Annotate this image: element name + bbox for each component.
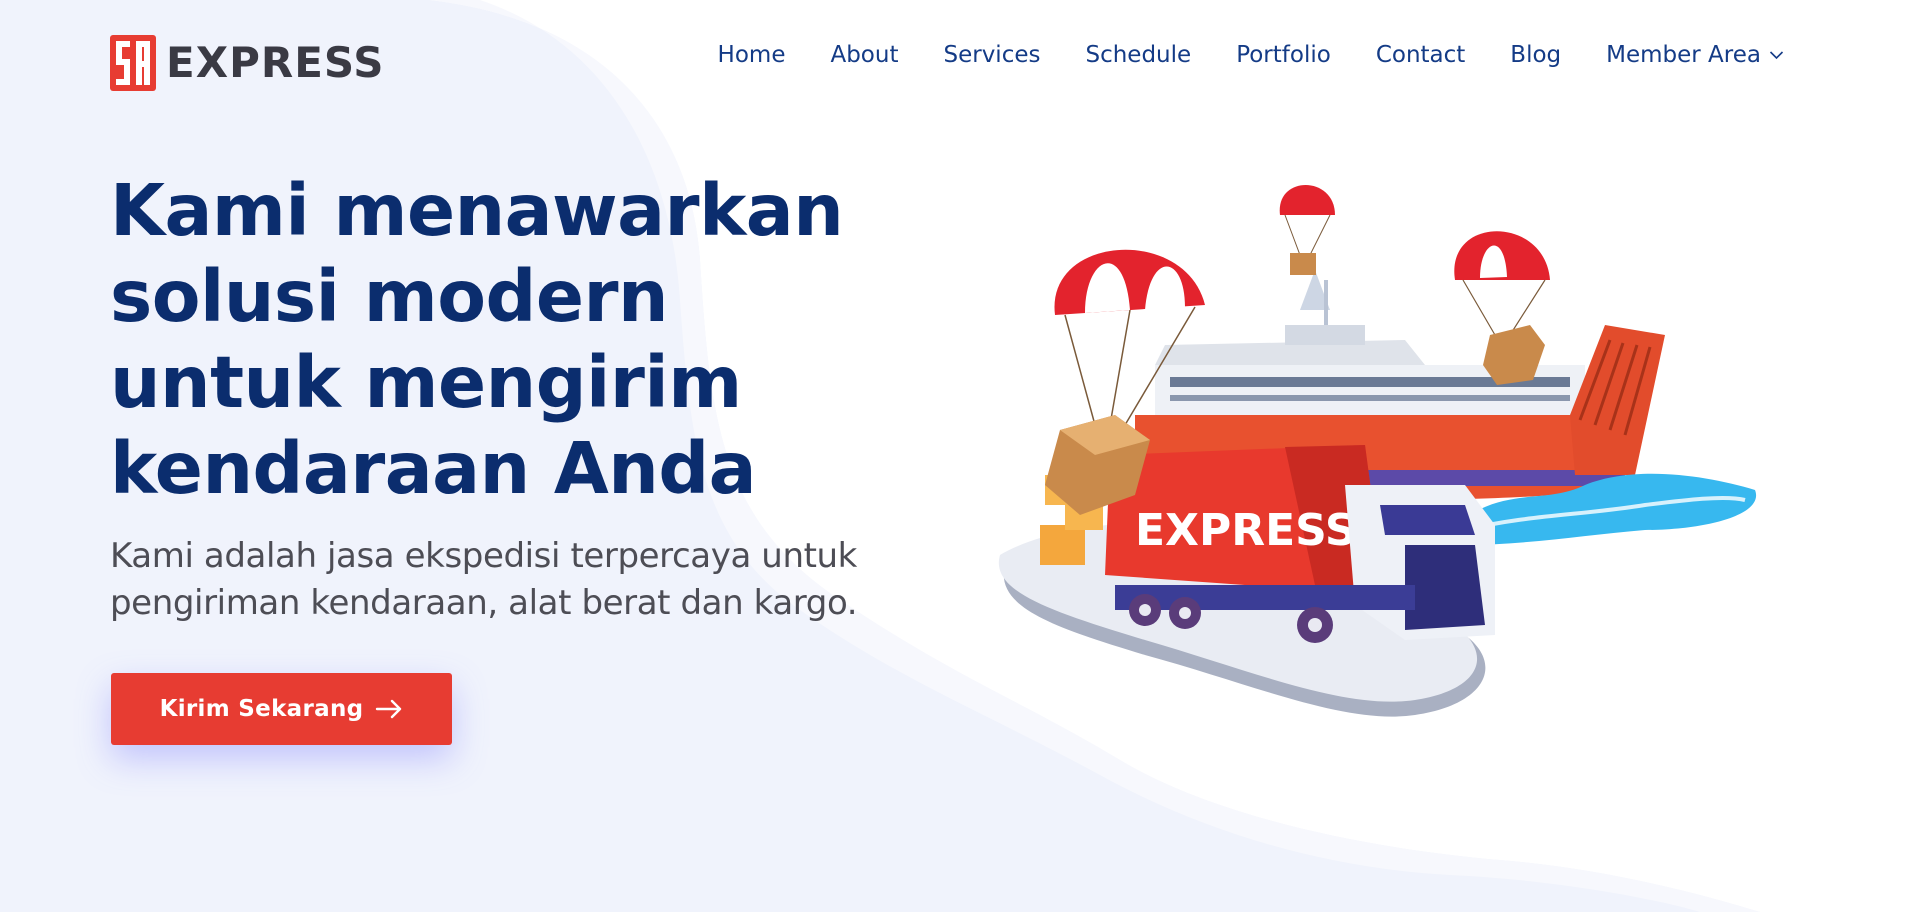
nav-services[interactable]: Services xyxy=(943,42,1040,68)
nav-schedule[interactable]: Schedule xyxy=(1085,42,1191,68)
nav-blog[interactable]: Blog xyxy=(1510,42,1561,68)
hero-illustration: EXPRESS xyxy=(998,185,1757,717)
nav-portfolio[interactable]: Portfolio xyxy=(1236,42,1331,68)
logo-mark-icon xyxy=(110,35,156,91)
send-now-label: Kirim Sekarang xyxy=(159,696,364,722)
brand-logo[interactable]: EXPRESS xyxy=(110,30,385,94)
chevron-down-icon xyxy=(1769,51,1784,60)
truck-label: EXPRESS xyxy=(1135,505,1357,556)
hero-title: Kami menawarkan solusi modern untuk meng… xyxy=(110,169,844,510)
nav-home[interactable]: Home xyxy=(718,42,786,68)
page: EXPRESS Home About Services Schedule Por… xyxy=(0,0,1896,912)
hero-subtitle: Kami adalah jasa ekspedisi terpercaya un… xyxy=(110,536,858,623)
parachute-medium-illustration xyxy=(1454,231,1550,385)
parachute-small-illustration xyxy=(1279,185,1335,275)
brand-name: EXPRESS xyxy=(166,37,385,87)
nav-member-area[interactable]: Member Area xyxy=(1606,42,1784,68)
main-nav: Home About Services Schedule Portfolio C… xyxy=(718,42,1784,68)
send-now-button[interactable]: Kirim Sekarang xyxy=(111,673,452,745)
nav-member-area-label: Member Area xyxy=(1606,42,1761,68)
arrow-right-icon xyxy=(376,699,402,719)
ramp-illustration xyxy=(1570,325,1665,475)
nav-about[interactable]: About xyxy=(830,42,898,68)
nav-contact[interactable]: Contact xyxy=(1376,42,1465,68)
site-header: EXPRESS Home About Services Schedule Por… xyxy=(0,0,1896,125)
